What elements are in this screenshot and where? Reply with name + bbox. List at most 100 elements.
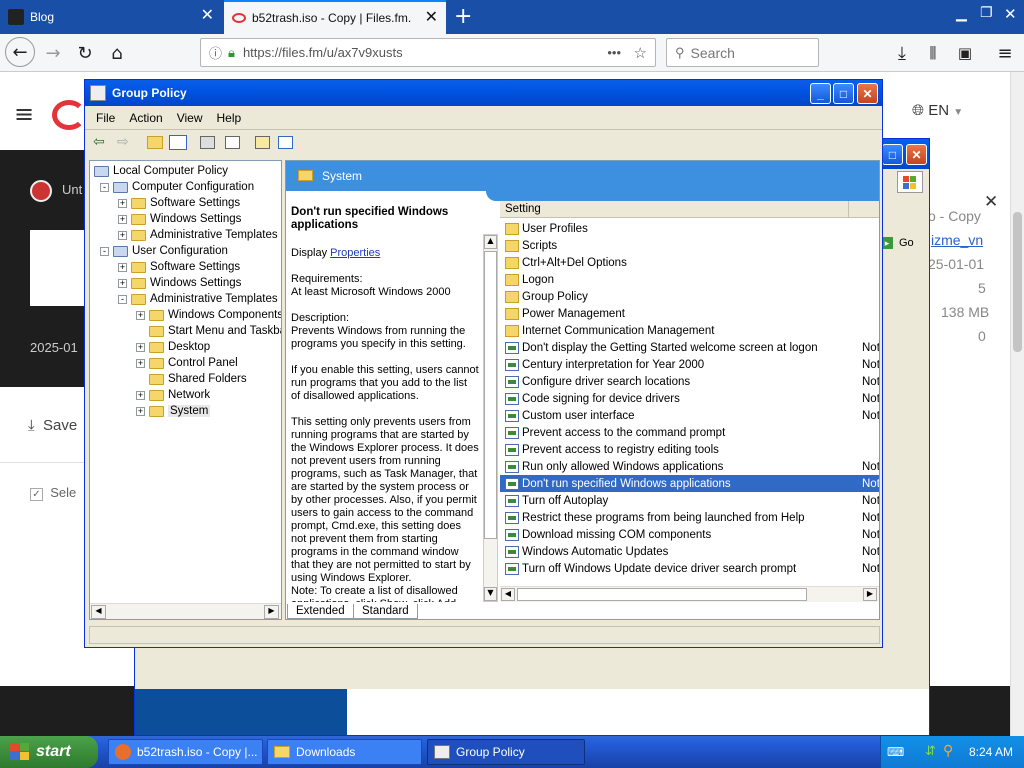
tree-item[interactable]: + Administrative Templates (118, 227, 278, 243)
up-folder-icon[interactable] (147, 136, 163, 149)
settings-policy-row[interactable]: Don't display the Getting Started welcom… (500, 339, 879, 356)
tree-item[interactable]: + Windows Settings (118, 275, 241, 291)
library-icon[interactable]: ⫼ (918, 39, 948, 67)
taskbar-item-browser[interactable]: b52trash.iso - Copy |... (108, 739, 263, 765)
url-bar[interactable]: ⓘ 🔒︎ https://files.fm/u/ax7v9xusts ••• ☆ (200, 38, 656, 67)
scroll-down-icon[interactable]: ▼ (484, 587, 497, 601)
expand-icon[interactable]: + (118, 198, 127, 208)
scrollbar-thumb[interactable] (484, 251, 497, 539)
tree-item[interactable]: + Desktop (136, 339, 210, 355)
tree-item[interactable]: Shared Folders (136, 371, 247, 387)
close-icon[interactable]: ✕ (857, 83, 878, 104)
settings-folder-row[interactable]: Ctrl+Alt+Del Options (500, 254, 879, 271)
settings-policy-row[interactable]: Custom user interface Not (500, 407, 879, 424)
settings-folder-row[interactable]: Logon (500, 271, 879, 288)
go-button[interactable]: ▸ Go (881, 233, 925, 253)
hamburger-menu-icon[interactable]: ≡ (14, 100, 34, 128)
home-icon[interactable]: ⌂ (102, 39, 132, 67)
taskbar-item-downloads[interactable]: Downloads (267, 739, 422, 765)
expand-icon[interactable]: + (136, 390, 145, 400)
tree-item[interactable]: Local Computer Policy (94, 163, 228, 179)
url-text[interactable]: https://files.fm/u/ax7v9xusts (243, 45, 403, 60)
settings-folder-row[interactable]: Group Policy (500, 288, 879, 305)
expand-icon[interactable]: + (118, 278, 127, 288)
tree-item[interactable]: + Network (136, 387, 210, 403)
close-icon[interactable]: ✕ (984, 192, 998, 212)
expand-icon[interactable]: + (118, 214, 127, 224)
settings-policy-row[interactable]: Prevent access to registry editing tools (500, 441, 879, 458)
forward-icon[interactable]: → (38, 39, 68, 67)
tab-filesfm[interactable]: b52trash.iso - Copy | Files.fm. ✕ (224, 0, 446, 34)
description-scrollbar[interactable]: ▲ ▼ (483, 234, 498, 602)
checkbox-icon[interactable]: ✓ (30, 488, 43, 501)
back-icon[interactable]: ← (5, 37, 35, 67)
menu-help[interactable]: Help (210, 111, 249, 125)
close-tab-icon[interactable]: ✕ (425, 10, 438, 26)
menu-view[interactable]: View (170, 111, 210, 125)
maximize-icon[interactable]: □ (833, 83, 854, 104)
back-arrow-icon[interactable]: ⇦ (93, 134, 105, 150)
menu-file[interactable]: File (89, 111, 122, 125)
extended-view-icon[interactable] (278, 136, 293, 149)
scroll-left-icon[interactable]: ◀ (91, 605, 106, 619)
properties-link[interactable]: Properties (330, 247, 380, 259)
settings-hscrollbar[interactable]: ◀ ▶ (500, 586, 879, 602)
network-icon[interactable]: ⇵ (925, 744, 936, 759)
select-checkbox[interactable]: ✓ Sele (30, 485, 76, 501)
menu-action[interactable]: Action (122, 111, 169, 125)
settings-policy-row[interactable]: Don't run specified Windows applications… (500, 475, 879, 492)
settings-policy-row[interactable]: Download missing COM components Not (500, 526, 879, 543)
settings-policy-row[interactable]: Windows Automatic Updates Not (500, 543, 879, 560)
tree-item[interactable]: Start Menu and Taskba (136, 323, 281, 339)
save-button[interactable]: ⤓ Save (28, 417, 77, 434)
column-separator[interactable] (848, 201, 849, 218)
collapse-icon[interactable]: - (100, 182, 109, 192)
minimize-browser-icon[interactable]: ▁ (956, 6, 967, 22)
menu-icon[interactable]: ≡ (990, 39, 1020, 67)
filesfm-logo[interactable] (52, 100, 86, 130)
forward-arrow-icon[interactable]: ⇨ (117, 134, 129, 150)
collapse-icon[interactable]: - (100, 246, 109, 256)
tree-item[interactable]: + Control Panel (136, 355, 238, 371)
scroll-left-icon[interactable]: ◀ (501, 588, 515, 601)
settings-policy-row[interactable]: Run only allowed Windows applications Not (500, 458, 879, 475)
new-tab-icon[interactable]: + (454, 4, 472, 29)
expand-icon[interactable]: + (136, 310, 145, 320)
tab-extended[interactable]: Extended (287, 604, 354, 619)
settings-policy-row[interactable]: Turn off Autoplay Not (500, 492, 879, 509)
scrollbar-thumb[interactable] (1013, 212, 1022, 352)
settings-policy-row[interactable]: Code signing for device drivers Not (500, 390, 879, 407)
scroll-right-icon[interactable]: ▶ (264, 605, 279, 619)
page-scrollbar[interactable] (1010, 72, 1024, 736)
taskbar-item-group-policy[interactable]: Group Policy (427, 739, 585, 765)
info-icon[interactable]: ⓘ (209, 43, 222, 62)
start-button[interactable]: start (0, 736, 98, 768)
downloads-icon[interactable]: ⤓ (887, 39, 917, 67)
settings-folder-row[interactable]: Internet Communication Management (500, 322, 879, 339)
language-selector[interactable]: 🌐︎ EN ▼ (912, 102, 963, 119)
properties-icon[interactable] (200, 136, 215, 149)
export-list-icon[interactable] (225, 136, 240, 149)
tree-item[interactable]: + Software Settings (118, 259, 240, 275)
settings-folder-row[interactable]: Power Management (500, 305, 879, 322)
settings-policy-row[interactable]: Restrict these programs from being launc… (500, 509, 879, 526)
tab-blog[interactable]: Blog ✕ (0, 0, 222, 34)
column-header-setting[interactable]: Setting (500, 201, 879, 218)
close-browser-icon[interactable]: ✕ (1004, 5, 1017, 23)
tree-item[interactable]: - Administrative Templates (118, 291, 278, 307)
expand-icon[interactable]: + (136, 358, 145, 368)
expand-icon[interactable]: + (136, 406, 145, 416)
settings-folder-row[interactable]: User Profiles (500, 220, 879, 237)
search-tray-icon[interactable]: ⚲ (943, 743, 953, 759)
tree-item[interactable]: - User Configuration (100, 243, 228, 259)
settings-folder-row[interactable]: Scripts (500, 237, 879, 254)
scroll-right-icon[interactable]: ▶ (863, 588, 877, 601)
settings-policy-row[interactable]: Prevent access to the command prompt (500, 424, 879, 441)
owner-link[interactable]: izme_vn (931, 232, 983, 248)
tree-hscrollbar[interactable]: ◀ ▶ (90, 603, 281, 619)
help-icon[interactable] (255, 136, 270, 149)
collapse-icon[interactable]: - (118, 294, 127, 304)
restore-browser-icon[interactable]: ❐ (980, 5, 993, 21)
tree-item[interactable]: + System (136, 403, 211, 419)
show-tree-icon[interactable] (169, 135, 187, 150)
